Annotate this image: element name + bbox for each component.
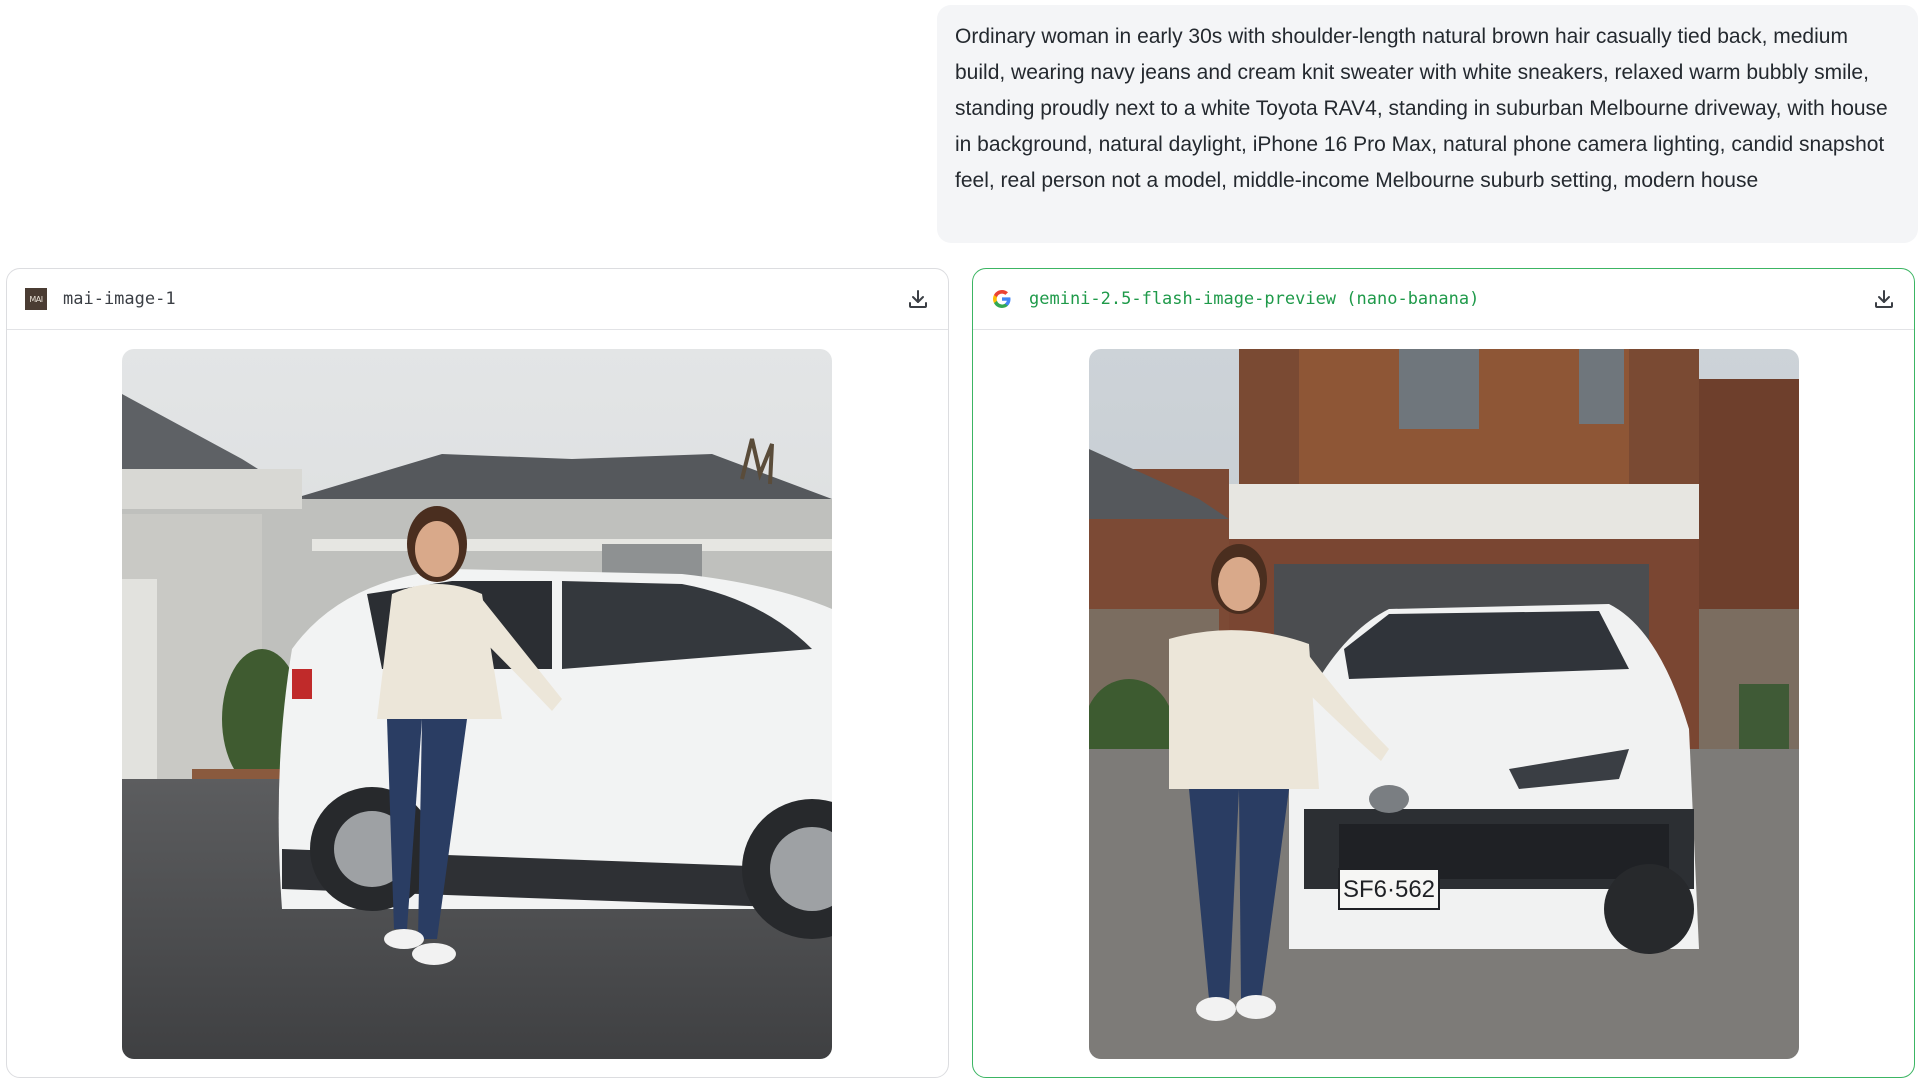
- generated-image[interactable]: SF6·562: [1089, 349, 1799, 1059]
- panel-header: gemini-2.5-flash-image-preview (nano-ban…: [973, 269, 1914, 330]
- download-icon: [1875, 290, 1893, 308]
- model-name: gemini-2.5-flash-image-preview (nano-ban…: [1029, 289, 1480, 309]
- download-icon: [909, 290, 927, 308]
- google-logo-icon: [991, 288, 1013, 310]
- result-panel-gemini: gemini-2.5-flash-image-preview (nano-ban…: [972, 268, 1915, 1078]
- download-button[interactable]: [1872, 287, 1896, 311]
- generated-image-illustration: SF6·562: [1089, 349, 1799, 1059]
- panel-header: MAI mai-image-1: [7, 269, 948, 330]
- download-button[interactable]: [906, 287, 930, 311]
- generated-image[interactable]: [122, 349, 832, 1059]
- result-panel-mai: MAI mai-image-1: [6, 268, 949, 1078]
- model-name: mai-image-1: [63, 289, 176, 309]
- generated-image-illustration: [122, 349, 832, 1059]
- license-plate-text: SF6·562: [1343, 876, 1435, 903]
- mai-logo-icon: MAI: [25, 288, 47, 310]
- prompt-text: Ordinary woman in early 30s with shoulde…: [955, 25, 1888, 192]
- prompt-message: Ordinary woman in early 30s with shoulde…: [937, 5, 1918, 243]
